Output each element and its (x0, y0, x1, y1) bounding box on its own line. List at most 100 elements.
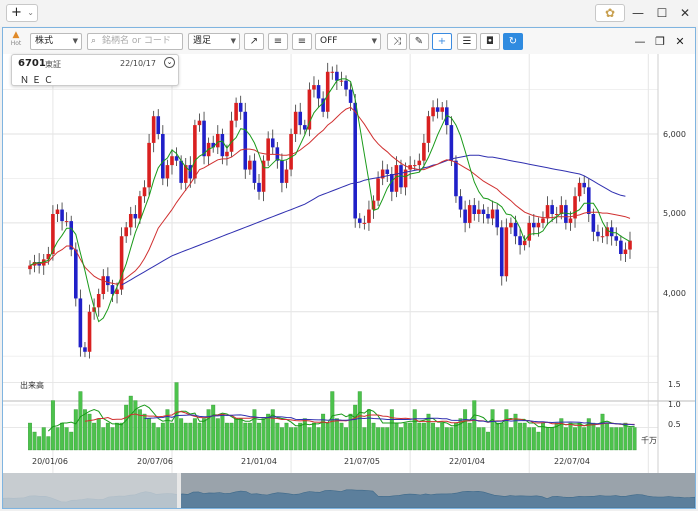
candle-body (270, 138, 275, 148)
volume-unit: 千万 (641, 436, 657, 445)
volume-bar (261, 418, 266, 451)
range-navigator[interactable] (3, 473, 695, 508)
candle-body (220, 134, 225, 157)
volume-bar (37, 436, 42, 451)
volume-bar (160, 422, 165, 451)
align-right-button[interactable]: ≡ (292, 33, 312, 50)
chevron-down-icon: ⌄ (27, 8, 34, 17)
pencil-icon: ✎ (414, 36, 424, 47)
volume-bar (96, 418, 101, 451)
volume-bar (206, 409, 211, 451)
volume-bar (595, 427, 600, 451)
new-tab-button[interactable]: + ⌄ (6, 4, 38, 22)
asset-type-select[interactable]: 株式 ▼ (30, 33, 82, 50)
screenshot-button[interactable]: ◘ (480, 33, 500, 50)
shuffle-button[interactable]: ⤨ (387, 33, 407, 50)
indicator-value: OFF (320, 36, 338, 46)
candle-body (165, 165, 170, 179)
candle-body (69, 221, 74, 250)
candle-body (614, 236, 619, 241)
navigator-handle[interactable] (177, 473, 181, 508)
volume-bar (431, 422, 436, 451)
volume-bar (481, 427, 486, 451)
volume-bar (55, 427, 60, 451)
flame-icon: ▲ Hot (10, 30, 22, 48)
candle-body (545, 205, 550, 219)
price-chart[interactable] (3, 54, 695, 473)
refresh-button[interactable]: ↻ (503, 33, 523, 50)
indicator-select[interactable]: OFF ▼ (315, 33, 381, 50)
shuffle-icon: ⤨ (393, 36, 401, 47)
trendline-button[interactable]: ↗ (244, 33, 264, 50)
candle-body (330, 71, 335, 73)
align-left-button[interactable]: ≡ (268, 33, 288, 50)
candle-body (293, 111, 298, 134)
candle-body (591, 214, 596, 232)
volume-bar (609, 427, 614, 451)
candle-body (229, 120, 234, 152)
candle-body (477, 209, 481, 214)
volume-bar (531, 427, 536, 451)
ma-long-line (121, 154, 626, 286)
candle-body (170, 156, 174, 166)
volume-bar (156, 427, 161, 451)
chart-minimize-button[interactable]: — (633, 35, 647, 49)
candle-body (133, 214, 138, 219)
candle-body (339, 80, 344, 82)
candle-body (449, 125, 454, 161)
volume-bar (421, 422, 426, 451)
candle-body (215, 134, 220, 148)
candle-body (440, 107, 445, 112)
volume-bar (403, 422, 408, 451)
volume-bar (357, 391, 362, 451)
candle-body (577, 182, 582, 197)
candle-body (554, 214, 559, 215)
volume-bar (577, 422, 582, 451)
date-tick-label: 22/01/04 (449, 457, 485, 466)
volume-bar (243, 422, 248, 451)
volume-bar (289, 427, 294, 451)
volume-bar (545, 427, 550, 451)
crosshair-button[interactable]: + (432, 33, 452, 50)
settings-button[interactable]: ☰ (457, 33, 477, 50)
candle-body (87, 311, 92, 352)
draw-button[interactable]: ✎ (409, 33, 429, 50)
minimize-button[interactable]: — (628, 3, 648, 23)
volume-bar (353, 404, 358, 451)
volume-bar (454, 422, 458, 451)
volume-bar (618, 427, 623, 451)
volume-bar (385, 427, 390, 451)
volume-bar (623, 422, 628, 451)
volume-bar (224, 422, 229, 451)
search-input[interactable]: ⌕ 銘柄名 or コード (87, 33, 183, 50)
chart-close-button[interactable]: ✕ (673, 35, 687, 49)
volume-bar (371, 422, 376, 451)
candle-body (55, 209, 60, 214)
maximize-button[interactable]: ☐ (652, 3, 672, 23)
period-select[interactable]: 週足 ▼ (188, 33, 240, 50)
candle-body (78, 298, 83, 348)
theme-button[interactable]: ✿ (595, 4, 625, 22)
candle-body (532, 222, 536, 228)
volume-bar (325, 422, 330, 451)
collapse-icon[interactable]: ⌄ (164, 57, 175, 68)
candle-body (106, 276, 110, 286)
volume-bar (46, 436, 51, 451)
period-value: 週足 (193, 36, 212, 46)
date-tick-label: 21/01/04 (241, 457, 277, 466)
volume-bar (298, 422, 303, 451)
sliders-icon: ☰ (462, 36, 472, 47)
volume-bar (238, 418, 243, 451)
candle-body (541, 218, 545, 223)
volume-bar (284, 422, 289, 451)
chart-restore-button[interactable]: ❐ (653, 35, 667, 49)
volume-bar (87, 413, 92, 451)
candle-body (197, 120, 202, 126)
volume-bar (344, 427, 348, 451)
candle-body (509, 222, 513, 228)
close-button[interactable]: ✕ (675, 3, 695, 23)
volume-bar (339, 422, 344, 451)
candle-body (28, 265, 32, 270)
volume-bar (69, 431, 74, 451)
candle-body (513, 222, 518, 237)
